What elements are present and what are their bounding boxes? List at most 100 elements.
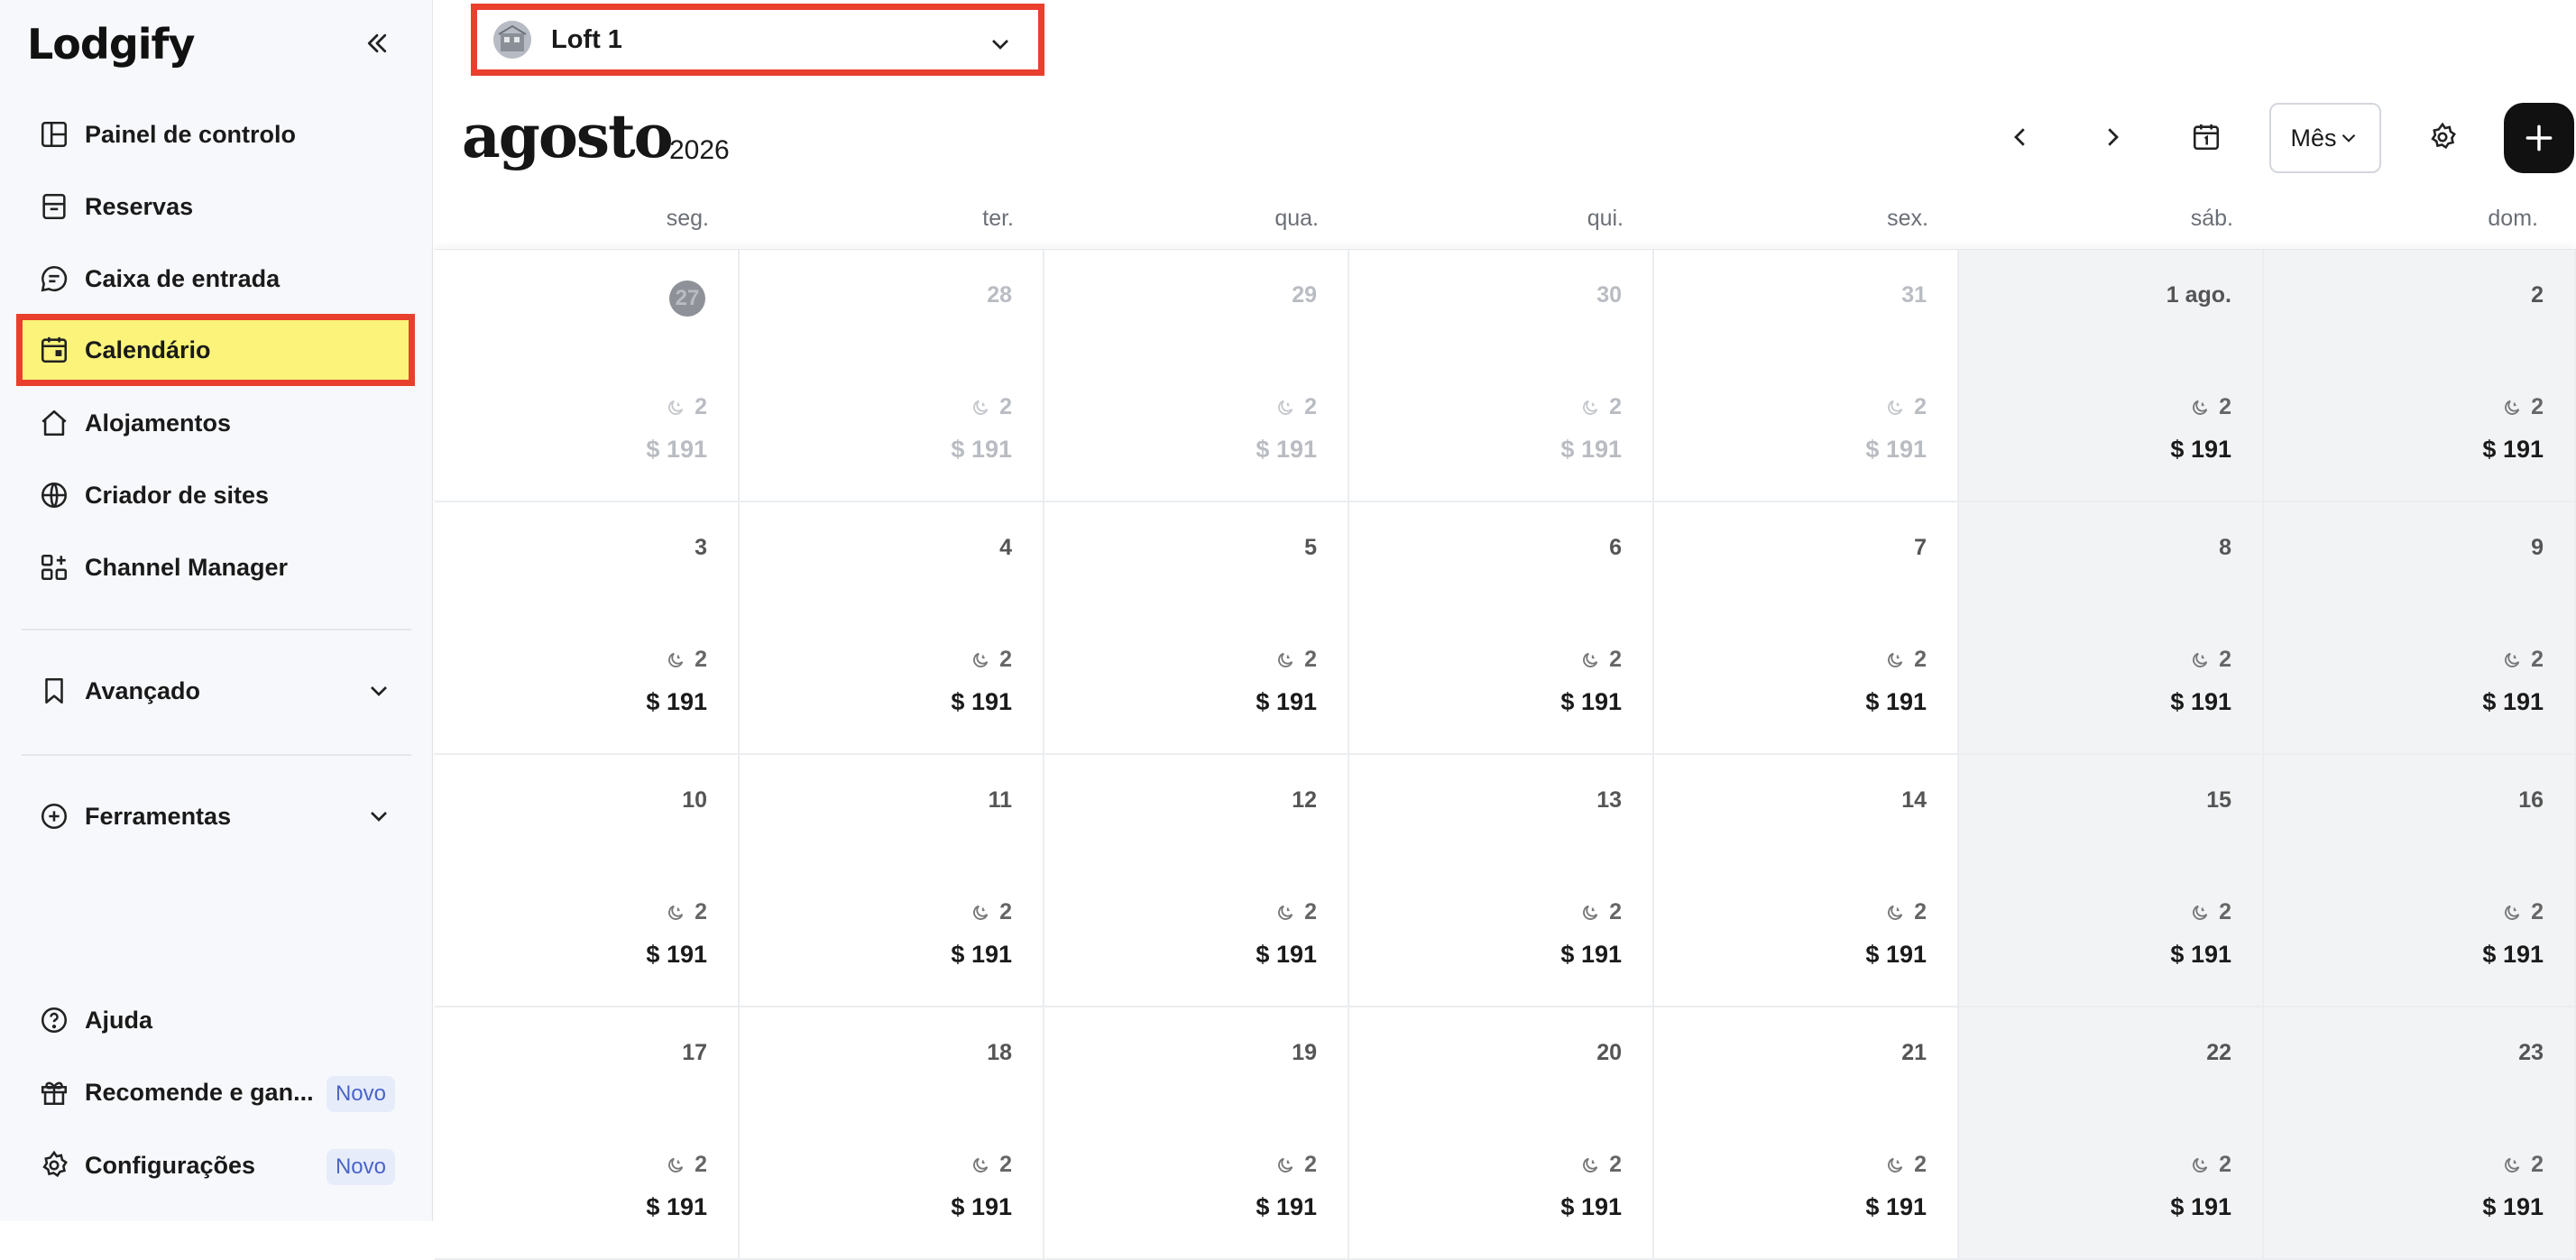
- moon-clock-icon: [1583, 905, 1598, 920]
- sidebar-item-calendar[interactable]: Calendário: [16, 314, 415, 386]
- sidebar-item-label: Ajuda: [85, 1006, 153, 1034]
- sidebar-item-inbox[interactable]: Caixa de entrada: [20, 246, 411, 311]
- calendar-day-cell[interactable]: 19 2 $ 191: [1044, 1007, 1349, 1260]
- next-month-button[interactable]: [2078, 103, 2147, 171]
- calendar-day-cell[interactable]: 12 2 $ 191: [1044, 755, 1349, 1007]
- calendar-grid: 27 2 $ 191 28 2 $ 191 29 2 $ 191 30 2 $ 191 31 2 $ 191…: [435, 249, 2576, 1260]
- calendar-day-cell[interactable]: 5 2 $ 191: [1044, 502, 1349, 755]
- nightly-price: $ 191: [646, 436, 707, 463]
- sidebar-item-label: Configurações: [85, 1151, 256, 1179]
- calendar-day-cell[interactable]: 8 2 $ 191: [1959, 502, 2264, 755]
- new-badge: Novo: [326, 1076, 395, 1112]
- calendar-day-cell[interactable]: 2 2 $ 191: [2264, 250, 2576, 502]
- calendar-day-cell[interactable]: 29 2 $ 191: [1044, 250, 1349, 502]
- sidebar: Lodgify Painel de controlo Reservas Caix…: [0, 0, 433, 1221]
- minimum-stay-value: 2: [1304, 647, 1317, 672]
- calendar-day-cell[interactable]: 3 2 $ 191: [435, 502, 740, 755]
- sidebar-item-dashboard[interactable]: Painel de controlo: [20, 102, 411, 167]
- sidebar-item-site-builder[interactable]: Criador de sites: [20, 463, 411, 528]
- sidebar-section-tools[interactable]: Ferramentas: [20, 784, 411, 849]
- add-booking-button[interactable]: [2504, 103, 2574, 173]
- calendar-day-cell[interactable]: 23 2 $ 191: [2264, 1007, 2576, 1260]
- sidebar-item-properties[interactable]: Alojamentos: [20, 391, 411, 455]
- calendar-day-cell[interactable]: 14 2 $ 191: [1654, 755, 1959, 1007]
- calendar-day-cell[interactable]: 27 2 $ 191: [435, 250, 740, 502]
- calendar-day-cell[interactable]: 7 2 $ 191: [1654, 502, 1959, 755]
- minimum-stay-value: 2: [2219, 1152, 2231, 1177]
- weekday-label: dom.: [2488, 206, 2538, 231]
- nightly-price: $ 191: [951, 688, 1012, 715]
- new-badge: Novo: [326, 1149, 395, 1185]
- calendar-day-cell[interactable]: 17 2 $ 191: [435, 1007, 740, 1260]
- minimum-stay: 2: [2190, 899, 2231, 925]
- moon-clock-icon: [668, 400, 684, 415]
- calendar-day-cell[interactable]: 21 2 $ 191: [1654, 1007, 1959, 1260]
- minimum-stay: 2: [1275, 899, 1317, 925]
- minimum-stay-value: 2: [1914, 647, 1927, 672]
- previous-month-button[interactable]: [1986, 103, 2055, 171]
- calendar-day-cell[interactable]: 4 2 $ 191: [740, 502, 1044, 755]
- calendar-day-cell[interactable]: 15 2 $ 191: [1959, 755, 2264, 1007]
- calendar-day-cell[interactable]: 1 ago. 2 $ 191: [1959, 250, 2264, 502]
- calendar-day-cell[interactable]: 31 2 $ 191: [1654, 250, 1959, 502]
- collapse-sidebar-button[interactable]: [357, 23, 397, 63]
- view-select[interactable]: Mês: [2269, 103, 2381, 173]
- moon-clock-icon: [1888, 652, 1903, 667]
- nightly-price: $ 191: [646, 941, 707, 968]
- today-button[interactable]: [2172, 103, 2240, 171]
- lodgify-logo[interactable]: Lodgify: [27, 20, 196, 69]
- minimum-stay-value: 2: [1609, 899, 1622, 924]
- nightly-price: $ 191: [1560, 941, 1622, 968]
- help-icon: [36, 1002, 72, 1038]
- calendar-day-cell[interactable]: 13 2 $ 191: [1349, 755, 1654, 1007]
- minimum-stay-value: 2: [999, 647, 1012, 672]
- sidebar-item-channel-manager[interactable]: Channel Manager: [20, 535, 411, 600]
- minimum-stay-value: 2: [1609, 647, 1622, 672]
- nightly-price: $ 191: [1865, 688, 1927, 715]
- calendar-settings-button[interactable]: [2408, 103, 2477, 171]
- sidebar-item-refer[interactable]: Recomende e gan... Novo: [20, 1060, 411, 1125]
- minimum-stay-value: 2: [2219, 899, 2231, 924]
- calendar-day-cell[interactable]: 18 2 $ 191: [740, 1007, 1044, 1260]
- day-number: 2: [2531, 282, 2544, 308]
- calendar-day-cell[interactable]: 30 2 $ 191: [1349, 250, 1654, 502]
- sidebar-item-settings[interactable]: Configurações Novo: [20, 1133, 411, 1198]
- nightly-price: $ 191: [951, 941, 1012, 968]
- moon-clock-icon: [2193, 652, 2208, 667]
- property-select[interactable]: Loft 1: [471, 4, 1044, 76]
- chevron-left-icon: [2014, 128, 2025, 146]
- minimum-stay: 2: [971, 1152, 1012, 1178]
- day-number: 13: [1596, 787, 1622, 813]
- moon-clock-icon: [973, 905, 989, 920]
- weekday-label: sáb.: [2190, 206, 2233, 231]
- weekday-label: seg.: [666, 206, 709, 231]
- sidebar-section-advanced[interactable]: Avançado: [20, 658, 411, 723]
- nightly-price: $ 191: [2482, 436, 2544, 463]
- nightly-price: $ 191: [1256, 1193, 1317, 1220]
- calendar-day-cell[interactable]: 16 2 $ 191: [2264, 755, 2576, 1007]
- minimum-stay-value: 2: [1914, 1152, 1927, 1177]
- sidebar-item-label: Caixa de entrada: [85, 264, 281, 292]
- calendar-day-cell[interactable]: 28 2 $ 191: [740, 250, 1044, 502]
- moon-clock-icon: [1888, 1157, 1903, 1173]
- nightly-price: $ 191: [2170, 436, 2231, 463]
- calendar-day-cell[interactable]: 10 2 $ 191: [435, 755, 740, 1007]
- calendar-day-cell[interactable]: 11 2 $ 191: [740, 755, 1044, 1007]
- calendar-day-cell[interactable]: 22 2 $ 191: [1959, 1007, 2264, 1260]
- sidebar-item-label: Avançado: [85, 676, 201, 704]
- moon-clock-icon: [2505, 1157, 2520, 1173]
- weekday-label: qua.: [1274, 206, 1319, 231]
- moon-clock-icon: [1278, 905, 1293, 920]
- minimum-stay: 2: [2190, 394, 2231, 420]
- calendar-day-cell[interactable]: 9 2 $ 191: [2264, 502, 2576, 755]
- moon-clock-icon: [1583, 400, 1598, 415]
- calendar-day-cell[interactable]: 20 2 $ 191: [1349, 1007, 1654, 1260]
- nightly-price: $ 191: [951, 436, 1012, 463]
- calendar-day-cell[interactable]: 6 2 $ 191: [1349, 502, 1654, 755]
- sidebar-item-help[interactable]: Ajuda: [20, 988, 411, 1053]
- sidebar-item-label: Recomende e gan...: [85, 1078, 314, 1106]
- nightly-price: $ 191: [646, 688, 707, 715]
- sidebar-item-bookings[interactable]: Reservas: [20, 174, 411, 239]
- moon-clock-icon: [2193, 905, 2208, 920]
- moon-clock-icon: [2505, 905, 2520, 920]
